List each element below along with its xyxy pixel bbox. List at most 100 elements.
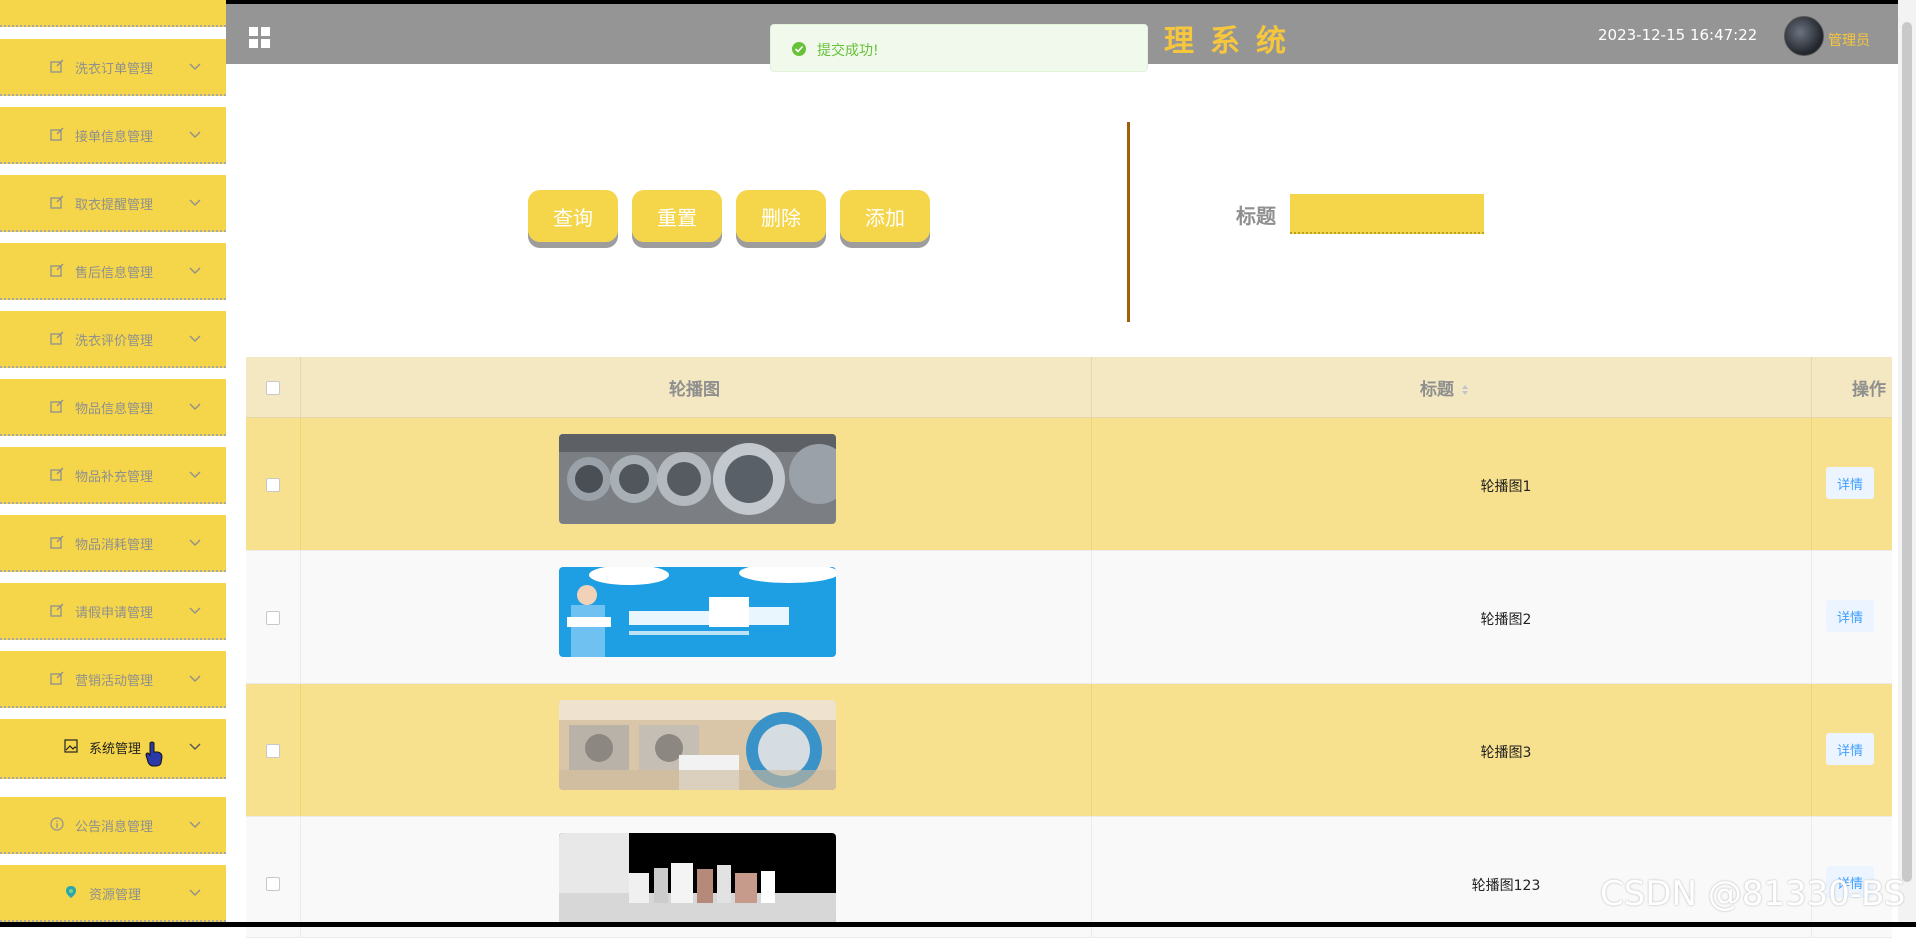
watermark: CSDN @81330-BS [1600, 874, 1906, 914]
chevron-down-icon [189, 539, 201, 546]
carousel-image-washers[interactable] [559, 434, 836, 524]
sidebar-item-label: 物品信息管理 [75, 402, 154, 417]
sidebar-item-resources[interactable]: 资源管理 [0, 865, 226, 922]
edit-icon [50, 331, 64, 345]
row-checkbox[interactable] [266, 877, 280, 891]
column-divider [1091, 357, 1092, 417]
column-divider [300, 684, 301, 816]
hand-cursor-icon [145, 741, 163, 767]
carousel-image-laundromat[interactable] [559, 700, 836, 790]
sidebar-item-order-receiving[interactable]: 接单信息管理 [0, 107, 226, 164]
header-datetime: 2023-12-15 16:47:22 [1598, 26, 1758, 44]
sidebar-item-laundry-reviews[interactable]: 洗衣评价管理 [0, 311, 226, 368]
sidebar-item-item-info[interactable]: 物品信息管理 [0, 379, 226, 436]
window-bottom-edge [0, 922, 1916, 927]
row-checkbox[interactable] [266, 611, 280, 625]
chevron-down-icon [189, 131, 201, 138]
sidebar-item-label: 公告消息管理 [75, 820, 154, 835]
column-divider [300, 551, 301, 683]
carousel-image-products[interactable] [559, 833, 836, 923]
vertical-scrollbar[interactable] [1898, 0, 1916, 927]
table-row: 轮播图1 详情 [246, 418, 1892, 551]
reset-button[interactable]: 重置 [632, 190, 722, 242]
query-button[interactable]: 查询 [528, 190, 618, 242]
sort-icon[interactable] [1460, 383, 1470, 397]
row-title: 轮播图2 [1480, 612, 1532, 628]
edit-icon [50, 467, 64, 481]
column-divider [1811, 418, 1812, 550]
row-title: 轮播图1 [1480, 479, 1532, 495]
success-toast: 提交成功! [770, 24, 1148, 72]
add-button[interactable]: 添加 [840, 190, 930, 242]
avatar[interactable] [1784, 16, 1824, 56]
sidebar-item-announcements[interactable]: 公告消息管理 [0, 797, 226, 854]
column-divider [300, 418, 301, 550]
location-icon [66, 886, 76, 898]
column-header-title[interactable]: 标题 [1420, 375, 1470, 400]
select-all-checkbox[interactable] [266, 381, 280, 395]
picture-icon [64, 739, 78, 753]
sidebar-item-label: 物品消耗管理 [75, 538, 154, 553]
info-icon [50, 817, 64, 831]
column-header-title-label: 标题 [1420, 380, 1454, 400]
delete-button[interactable]: 删除 [736, 190, 826, 242]
table-header: 轮播图 标题 操作 [246, 357, 1892, 418]
sidebar-item-marketing[interactable]: 营销活动管理 [0, 651, 226, 708]
carousel-image-promo-banner[interactable] [559, 567, 836, 657]
chevron-down-icon [189, 199, 201, 206]
sidebar-item-after-sales[interactable]: 售后信息管理 [0, 243, 226, 300]
edit-icon [50, 671, 64, 685]
detail-button[interactable]: 详情 [1826, 733, 1874, 765]
menu-grid-icon[interactable] [248, 26, 272, 50]
sidebar-item-pickup-reminder[interactable]: 取衣提醒管理 [0, 175, 226, 232]
sidebar-item-system[interactable]: 系统管理 [0, 719, 226, 779]
edit-icon [50, 263, 64, 277]
sidebar-item-leave-request[interactable]: 请假申请管理 [0, 583, 226, 640]
sidebar-item-label: 接单信息管理 [75, 130, 154, 145]
column-header-image: 轮播图 [669, 380, 720, 400]
chevron-down-icon [189, 889, 201, 896]
search-title-input[interactable] [1290, 194, 1484, 234]
column-divider [300, 357, 301, 417]
sidebar-item-label: 取衣提醒管理 [75, 198, 154, 213]
sidebar-item-item-consumption[interactable]: 物品消耗管理 [0, 515, 226, 572]
edit-icon [50, 59, 64, 73]
column-divider [1091, 684, 1092, 816]
edit-icon [50, 603, 64, 617]
sidebar-item-partial[interactable] [0, 0, 226, 27]
success-check-icon [792, 42, 806, 56]
sidebar-item-laundry-orders[interactable]: 洗衣订单管理 [0, 39, 226, 96]
edit-icon [50, 535, 64, 549]
user-name[interactable]: 管理员 [1828, 30, 1870, 50]
chevron-down-icon [189, 821, 201, 828]
row-title: 轮播图123 [1471, 878, 1541, 894]
scrollbar-thumb[interactable] [1902, 22, 1912, 882]
chevron-down-icon [189, 403, 201, 410]
table-row: 轮播图3 详情 [246, 684, 1892, 817]
chevron-down-icon [189, 743, 201, 750]
detail-button[interactable]: 详情 [1826, 467, 1874, 499]
search-title-label: 标题 [1236, 204, 1276, 228]
sidebar-item-label: 系统管理 [89, 742, 142, 757]
column-divider [1811, 684, 1812, 816]
column-divider [1091, 551, 1092, 683]
table-row: 轮播图2 详情 [246, 551, 1892, 684]
row-checkbox[interactable] [266, 744, 280, 758]
column-divider [300, 817, 301, 937]
column-divider [1091, 817, 1092, 937]
detail-button[interactable]: 详情 [1826, 600, 1874, 632]
divider-line [1127, 122, 1130, 322]
sidebar-item-label: 请假申请管理 [75, 606, 154, 621]
chevron-down-icon [189, 63, 201, 70]
sidebar-item-item-replenish[interactable]: 物品补充管理 [0, 447, 226, 504]
sidebar: 洗衣订单管理 接单信息管理 取衣提醒管理 售后信息管理 洗衣评价管理 物品信息管… [0, 0, 226, 927]
sidebar-item-label: 洗衣订单管理 [75, 62, 154, 77]
edit-icon [50, 399, 64, 413]
chevron-down-icon [189, 471, 201, 478]
column-divider [1811, 357, 1812, 417]
edit-icon [50, 127, 64, 141]
row-checkbox[interactable] [266, 478, 280, 492]
sidebar-item-label: 物品补充管理 [75, 470, 154, 485]
sidebar-item-label: 售后信息管理 [75, 266, 154, 281]
column-header-action: 操作 [1852, 380, 1886, 400]
